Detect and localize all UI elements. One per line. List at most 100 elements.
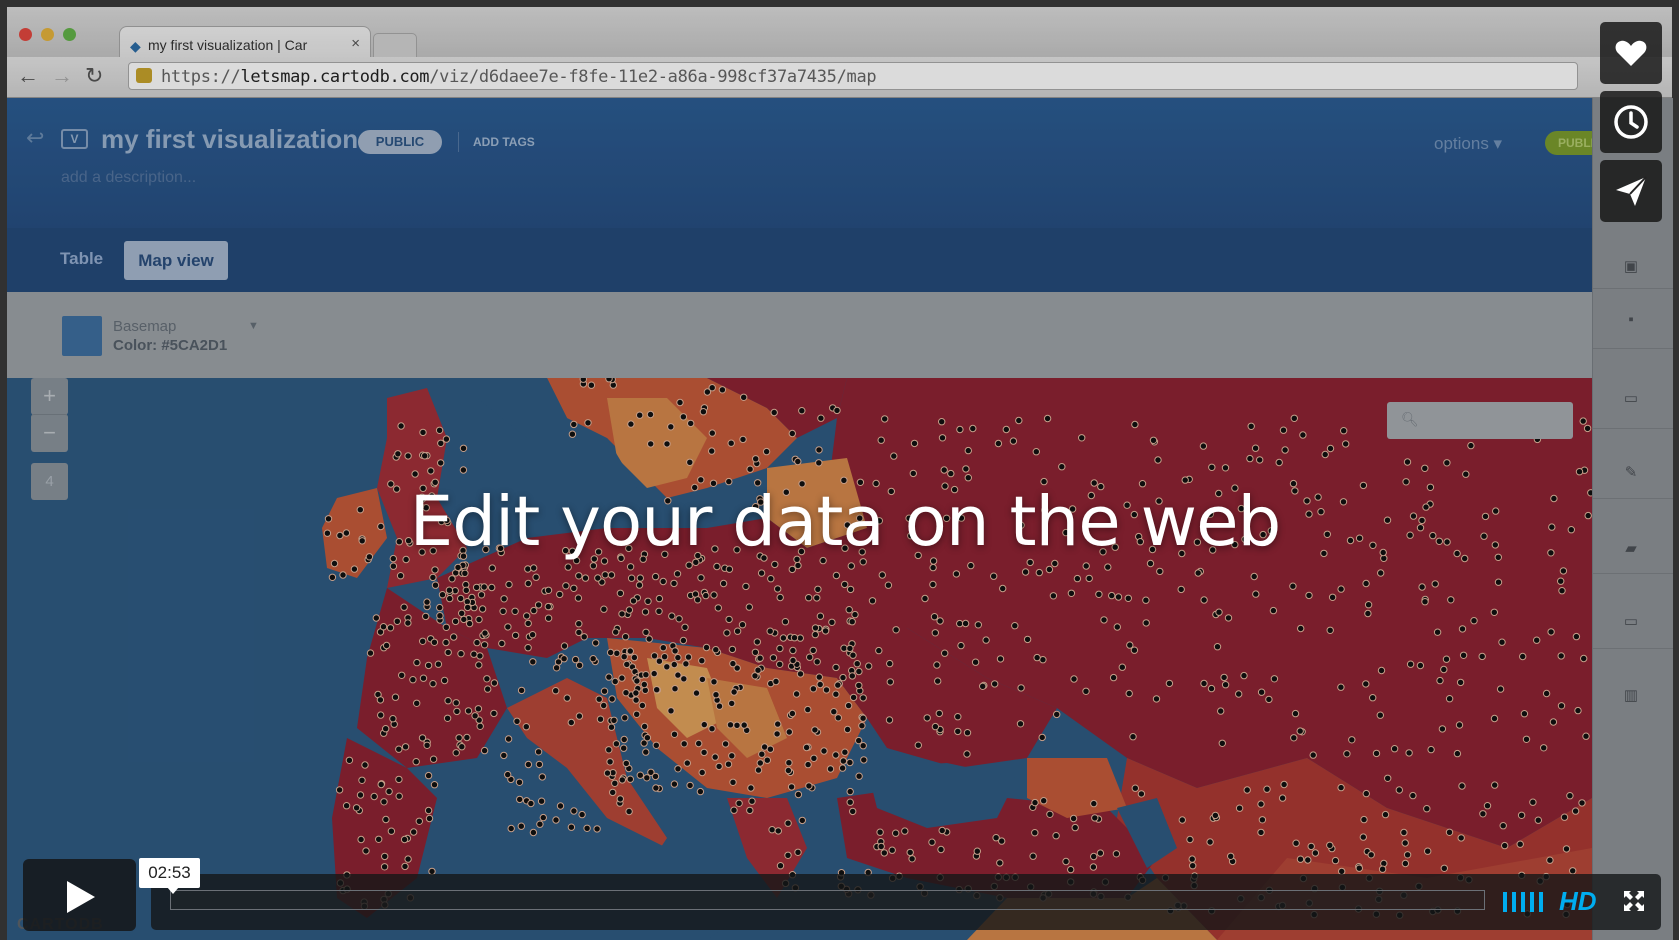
data-point-marker[interactable] <box>728 752 736 760</box>
data-point-marker[interactable] <box>600 687 609 695</box>
data-point-marker[interactable] <box>1281 446 1289 454</box>
data-point-marker[interactable] <box>938 826 946 835</box>
data-point-marker[interactable] <box>832 690 840 698</box>
data-point-marker[interactable] <box>804 760 812 769</box>
data-point-marker[interactable] <box>681 623 689 632</box>
data-point-marker[interactable] <box>756 654 764 662</box>
data-point-marker[interactable] <box>612 628 620 636</box>
data-point-marker[interactable] <box>784 819 792 827</box>
data-point-marker[interactable] <box>578 810 586 819</box>
data-point-marker[interactable] <box>527 799 535 808</box>
data-point-marker[interactable] <box>435 426 444 434</box>
data-point-marker[interactable] <box>483 675 491 683</box>
data-point-marker[interactable] <box>472 583 481 592</box>
sql-icon[interactable]: ▣ <box>1619 256 1643 278</box>
data-point-marker[interactable] <box>762 447 771 456</box>
data-point-marker[interactable] <box>459 466 468 474</box>
data-point-marker[interactable] <box>437 439 445 448</box>
data-point-marker[interactable] <box>607 571 616 579</box>
data-point-marker[interactable] <box>377 780 385 789</box>
data-point-marker[interactable] <box>848 618 856 626</box>
data-point-marker[interactable] <box>832 663 840 672</box>
data-point-marker[interactable] <box>1090 799 1098 808</box>
data-point-marker[interactable] <box>425 814 434 823</box>
data-point-marker[interactable] <box>877 436 885 444</box>
data-point-marker[interactable] <box>774 720 782 728</box>
data-point-marker[interactable] <box>442 623 450 632</box>
data-point-marker[interactable] <box>698 657 706 665</box>
data-point-marker[interactable] <box>849 651 857 659</box>
data-point-marker[interactable] <box>886 659 894 668</box>
data-point-marker[interactable] <box>461 569 469 578</box>
data-point-marker[interactable] <box>815 673 823 681</box>
css-icon[interactable]: ▭ <box>1619 388 1643 410</box>
data-point-marker[interactable] <box>1292 839 1300 847</box>
data-point-marker[interactable] <box>504 770 512 779</box>
back-arrow-icon[interactable]: ← <box>17 65 39 87</box>
data-point-marker[interactable] <box>611 779 619 787</box>
data-point-marker[interactable] <box>560 642 569 650</box>
layer-selector[interactable]: Basemap ▼ Color: #5CA2D1 <box>7 292 1592 378</box>
data-point-marker[interactable] <box>1557 652 1565 660</box>
data-point-marker[interactable] <box>1557 577 1565 585</box>
data-point-marker[interactable] <box>458 609 466 618</box>
data-point-marker[interactable] <box>876 828 884 836</box>
data-point-marker[interactable] <box>1458 625 1467 633</box>
data-point-marker[interactable] <box>575 661 584 669</box>
data-point-marker[interactable] <box>1052 832 1060 840</box>
data-point-marker[interactable] <box>413 699 421 707</box>
data-point-marker[interactable] <box>952 570 961 578</box>
data-point-marker[interactable] <box>670 579 678 588</box>
data-point-marker[interactable] <box>357 835 365 844</box>
data-point-marker[interactable] <box>552 687 560 695</box>
data-point-marker[interactable] <box>339 571 347 579</box>
data-point-marker[interactable] <box>465 619 474 628</box>
data-point-marker[interactable] <box>1207 684 1216 693</box>
data-point-marker[interactable] <box>635 581 644 589</box>
data-point-marker[interactable] <box>853 660 861 668</box>
data-point-marker[interactable] <box>822 686 831 694</box>
data-point-marker[interactable] <box>838 764 847 772</box>
data-point-marker[interactable] <box>1372 749 1381 758</box>
data-point-marker[interactable] <box>815 446 823 454</box>
data-point-marker[interactable] <box>703 388 712 396</box>
data-point-marker[interactable] <box>1459 651 1468 659</box>
data-point-marker[interactable] <box>431 566 439 574</box>
data-point-marker[interactable] <box>616 589 625 598</box>
data-point-marker[interactable] <box>659 577 667 586</box>
data-point-marker[interactable] <box>781 618 790 626</box>
data-point-marker[interactable] <box>785 759 793 767</box>
data-point-marker[interactable] <box>1403 458 1412 466</box>
data-point-marker[interactable] <box>1462 470 1470 478</box>
data-point-marker[interactable] <box>454 563 462 572</box>
data-point-marker[interactable] <box>809 685 818 693</box>
data-point-marker[interactable] <box>771 560 779 569</box>
data-point-marker[interactable] <box>1290 734 1298 742</box>
data-point-marker[interactable] <box>961 619 970 628</box>
data-point-marker[interactable] <box>535 760 544 769</box>
map-search-input[interactable]: 🔍︎ <box>1387 402 1573 439</box>
data-point-marker[interactable] <box>1558 587 1566 595</box>
data-point-marker[interactable] <box>593 825 601 833</box>
data-point-marker[interactable] <box>700 720 708 729</box>
data-point-marker[interactable] <box>698 768 706 777</box>
data-point-marker[interactable] <box>393 617 401 626</box>
data-point-marker[interactable] <box>424 771 433 780</box>
data-point-marker[interactable] <box>890 452 898 460</box>
data-point-marker[interactable] <box>1125 689 1133 698</box>
data-point-marker[interactable] <box>901 827 909 835</box>
data-point-marker[interactable] <box>641 608 650 616</box>
data-point-marker[interactable] <box>1250 572 1258 581</box>
data-point-marker[interactable] <box>774 827 782 835</box>
data-point-marker[interactable] <box>571 655 580 664</box>
data-point-marker[interactable] <box>1517 811 1526 819</box>
data-point-marker[interactable] <box>726 721 735 729</box>
data-point-marker[interactable] <box>1246 454 1254 463</box>
zoom-out-button[interactable]: − <box>31 414 68 452</box>
data-point-marker[interactable] <box>908 855 916 863</box>
data-point-marker[interactable] <box>1291 709 1300 718</box>
data-point-marker[interactable] <box>756 759 764 767</box>
data-point-marker[interactable] <box>971 658 980 666</box>
data-point-marker[interactable] <box>1401 839 1409 847</box>
data-point-marker[interactable] <box>772 677 780 686</box>
